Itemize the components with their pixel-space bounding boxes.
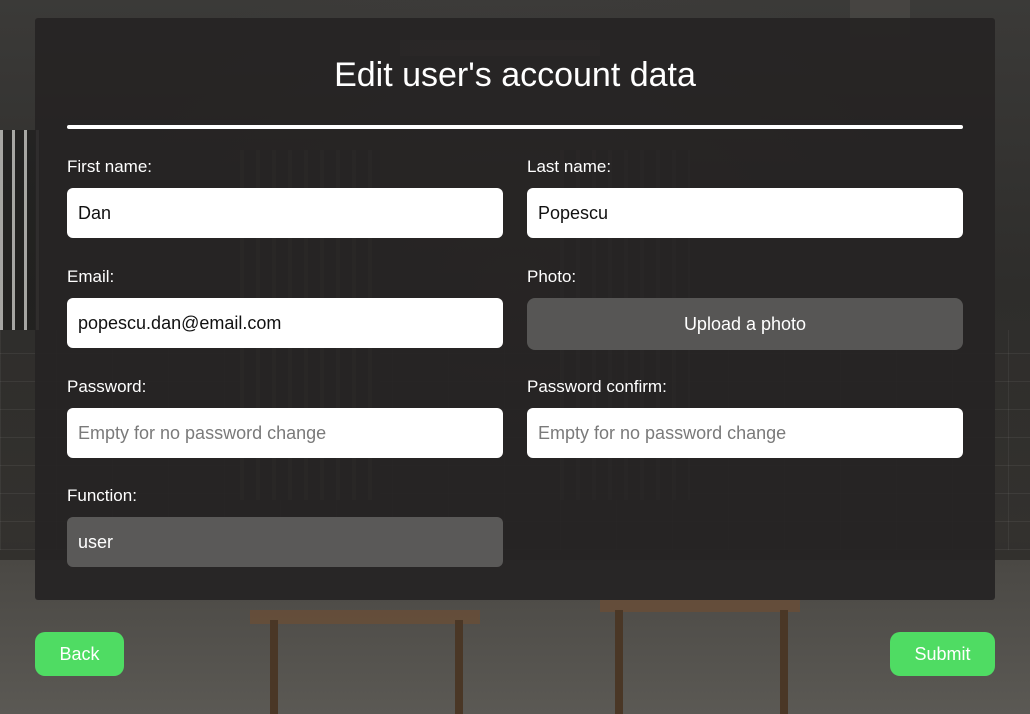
background-table xyxy=(250,610,480,624)
first-name-input[interactable] xyxy=(67,188,503,238)
upload-photo-button[interactable]: Upload a photo xyxy=(527,298,963,350)
edit-account-panel: Edit user's account data First name: Las… xyxy=(35,18,995,600)
photo-label: Photo: xyxy=(527,267,577,286)
function-input xyxy=(67,517,503,567)
photo-field: Photo: Upload a photo xyxy=(527,266,963,350)
password-label: Password: xyxy=(67,377,147,396)
email-field: Email: xyxy=(67,266,503,348)
last-name-label: Last name: xyxy=(527,157,612,176)
password-input[interactable] xyxy=(67,408,503,458)
back-button[interactable]: Back xyxy=(35,632,124,676)
last-name-field: Last name: xyxy=(527,156,963,238)
first-name-field: First name: xyxy=(67,156,503,238)
background-table-leg xyxy=(455,620,463,714)
function-label: Function: xyxy=(67,486,137,505)
email-label: Email: xyxy=(67,267,115,286)
submit-button[interactable]: Submit xyxy=(890,632,995,676)
background-window xyxy=(0,130,40,330)
background-table xyxy=(600,600,800,612)
title-divider xyxy=(67,125,963,129)
password-confirm-field: Password confirm: xyxy=(527,376,963,458)
password-field: Password: xyxy=(67,376,503,458)
last-name-input[interactable] xyxy=(527,188,963,238)
background-table-leg xyxy=(780,610,788,714)
password-confirm-input[interactable] xyxy=(527,408,963,458)
page-title: Edit user's account data xyxy=(334,56,696,94)
background-table-leg xyxy=(615,610,623,714)
password-confirm-label: Password confirm: xyxy=(527,377,667,396)
function-field: Function: xyxy=(67,485,503,567)
email-input[interactable] xyxy=(67,298,503,348)
first-name-label: First name: xyxy=(67,157,153,176)
background-table-leg xyxy=(270,620,278,714)
